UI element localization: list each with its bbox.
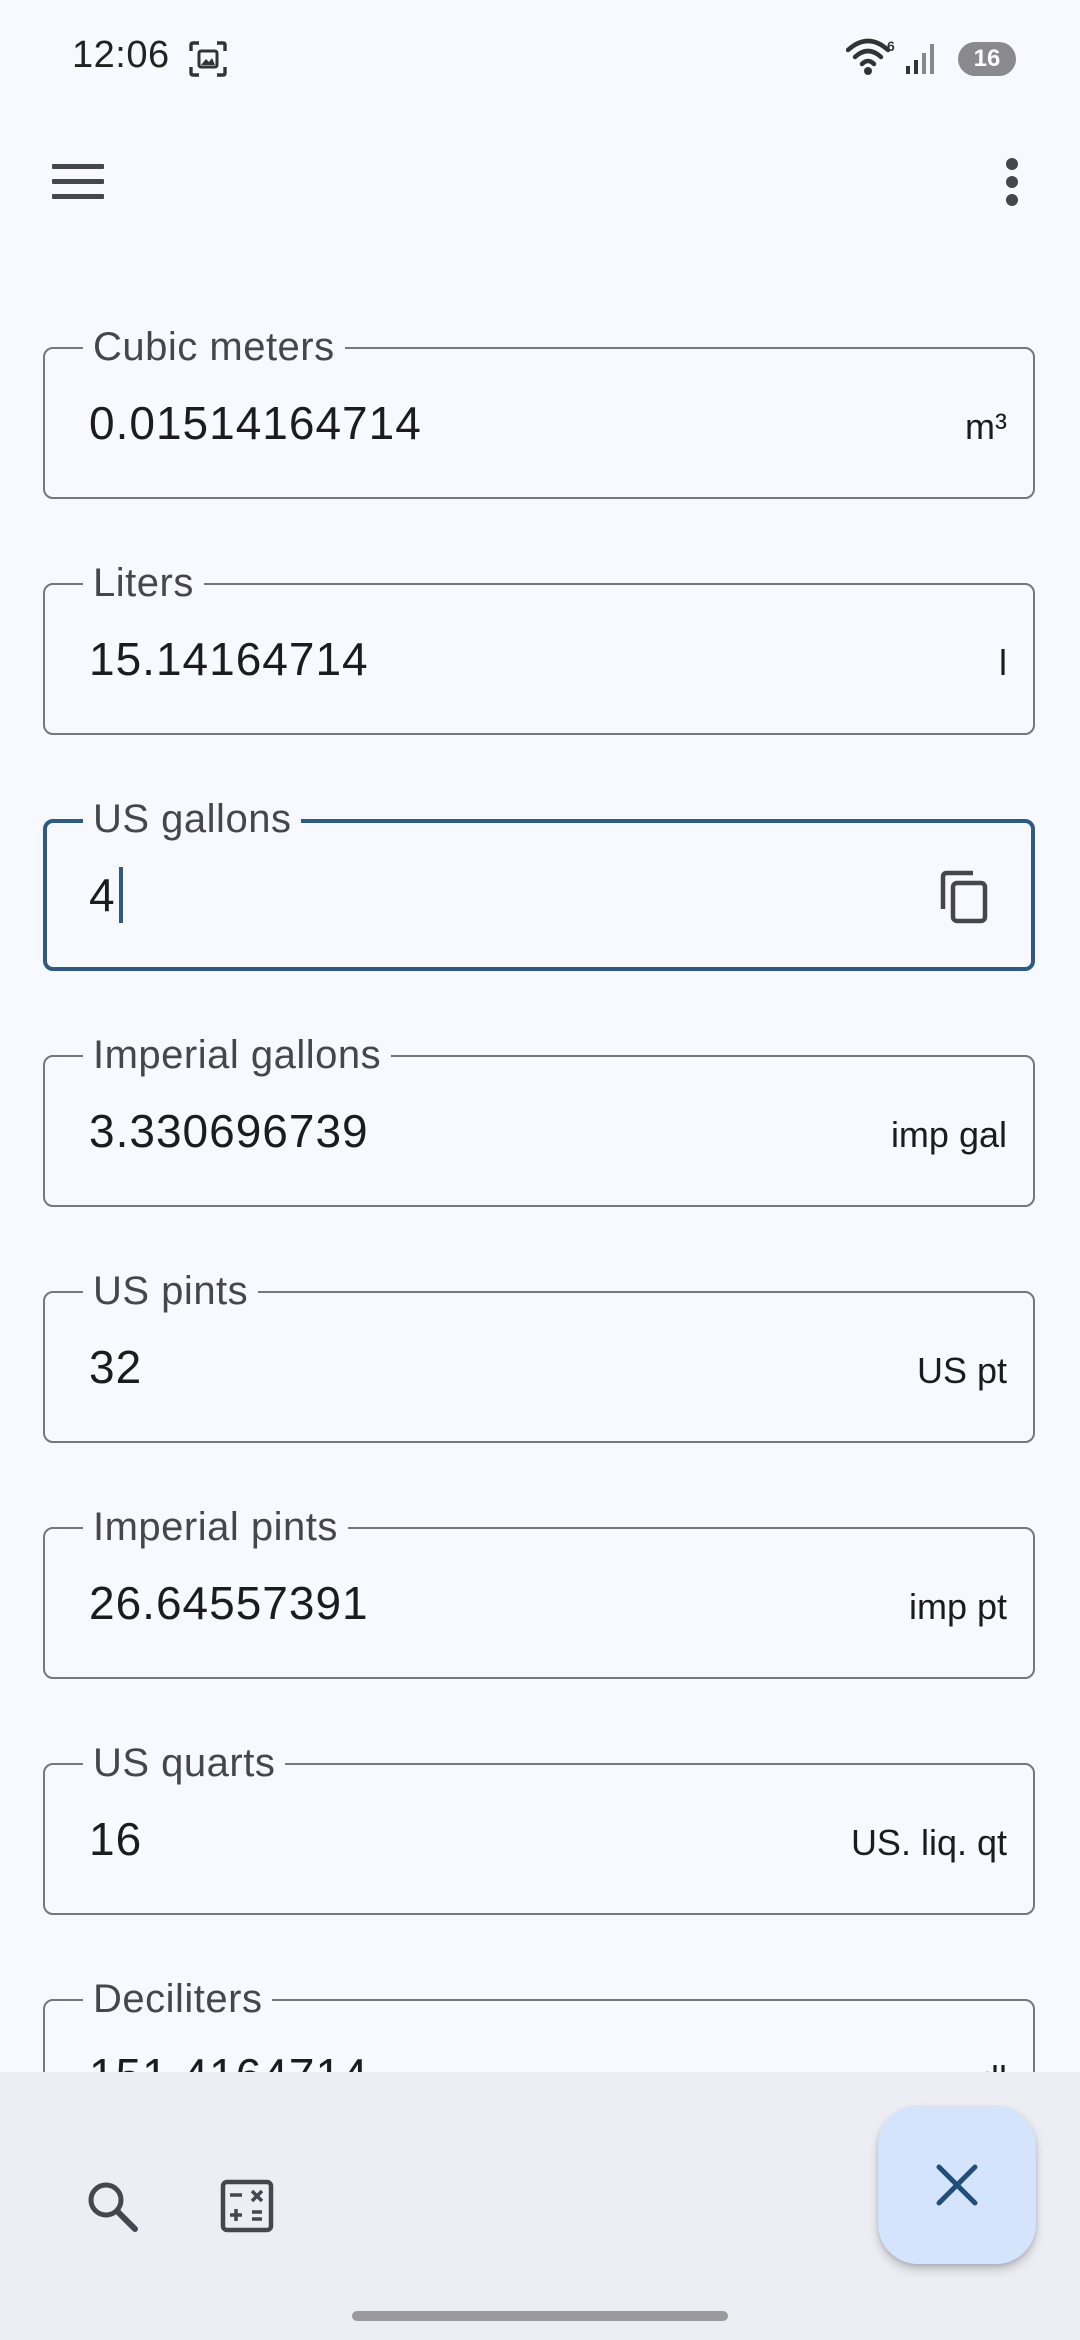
field-us-pints[interactable]: US pints 32 US pt: [43, 1267, 1035, 1443]
field-label: US gallons: [83, 795, 302, 843]
field-unit: dl: [979, 2057, 1007, 2072]
calculator-icon: [220, 2179, 274, 2233]
field-value-text: 4: [89, 869, 116, 921]
field-unit: US pt: [916, 1350, 1007, 1391]
clear-fab[interactable]: [878, 2106, 1036, 2264]
copy-icon: [940, 870, 988, 924]
search-icon: [88, 2182, 138, 2232]
bottom-app-bar: [0, 2072, 1080, 2340]
field-value[interactable]: 0.01514164714: [89, 395, 422, 451]
field-label: Deciliters: [83, 1975, 273, 2023]
field-us-gallons[interactable]: US gallons 4: [43, 795, 1035, 971]
search-button[interactable]: [64, 2158, 160, 2254]
field-value[interactable]: 151.4164714: [89, 2047, 369, 2072]
field-label: US quarts: [83, 1739, 286, 1787]
field-unit: US. liq. qt: [850, 1822, 1007, 1863]
field-unit: imp gal: [890, 1114, 1007, 1155]
text-cursor: [118, 867, 123, 923]
field-value[interactable]: 16: [89, 1811, 142, 1867]
field-label: Imperial gallons: [83, 1031, 392, 1079]
field-value[interactable]: 32: [89, 1339, 142, 1395]
calculator-button[interactable]: [199, 2158, 295, 2254]
field-label: US pints: [83, 1267, 259, 1315]
field-us-quarts[interactable]: US quarts 16 US. liq. qt: [43, 1739, 1035, 1915]
field-deciliters[interactable]: Deciliters 151.4164714 dl: [43, 1975, 1035, 2072]
field-label: Liters: [83, 559, 204, 607]
field-value[interactable]: 15.14164714: [89, 631, 369, 687]
field-unit: imp pt: [908, 1586, 1007, 1627]
copy-button[interactable]: [937, 869, 993, 925]
field-label: Cubic meters: [83, 323, 345, 371]
field-value[interactable]: 26.64557391: [89, 1575, 369, 1631]
field-value[interactable]: 4: [89, 867, 123, 923]
field-value[interactable]: 3.330696739: [89, 1103, 369, 1159]
close-icon: [936, 2164, 978, 2206]
conversion-list[interactable]: Cubic meters 0.01514164714 m³ Liters 15.…: [0, 0, 1080, 2072]
field-liters[interactable]: Liters 15.14164714 l: [43, 559, 1035, 735]
field-unit: l: [999, 642, 1007, 683]
field-imperial-pints[interactable]: Imperial pints 26.64557391 imp pt: [43, 1503, 1035, 1679]
field-imperial-gallons[interactable]: Imperial gallons 3.330696739 imp gal: [43, 1031, 1035, 1207]
field-unit: m³: [965, 406, 1007, 447]
field-cubic-meters[interactable]: Cubic meters 0.01514164714 m³: [43, 323, 1035, 499]
home-indicator[interactable]: [352, 2311, 728, 2321]
field-label: Imperial pints: [83, 1503, 348, 1551]
